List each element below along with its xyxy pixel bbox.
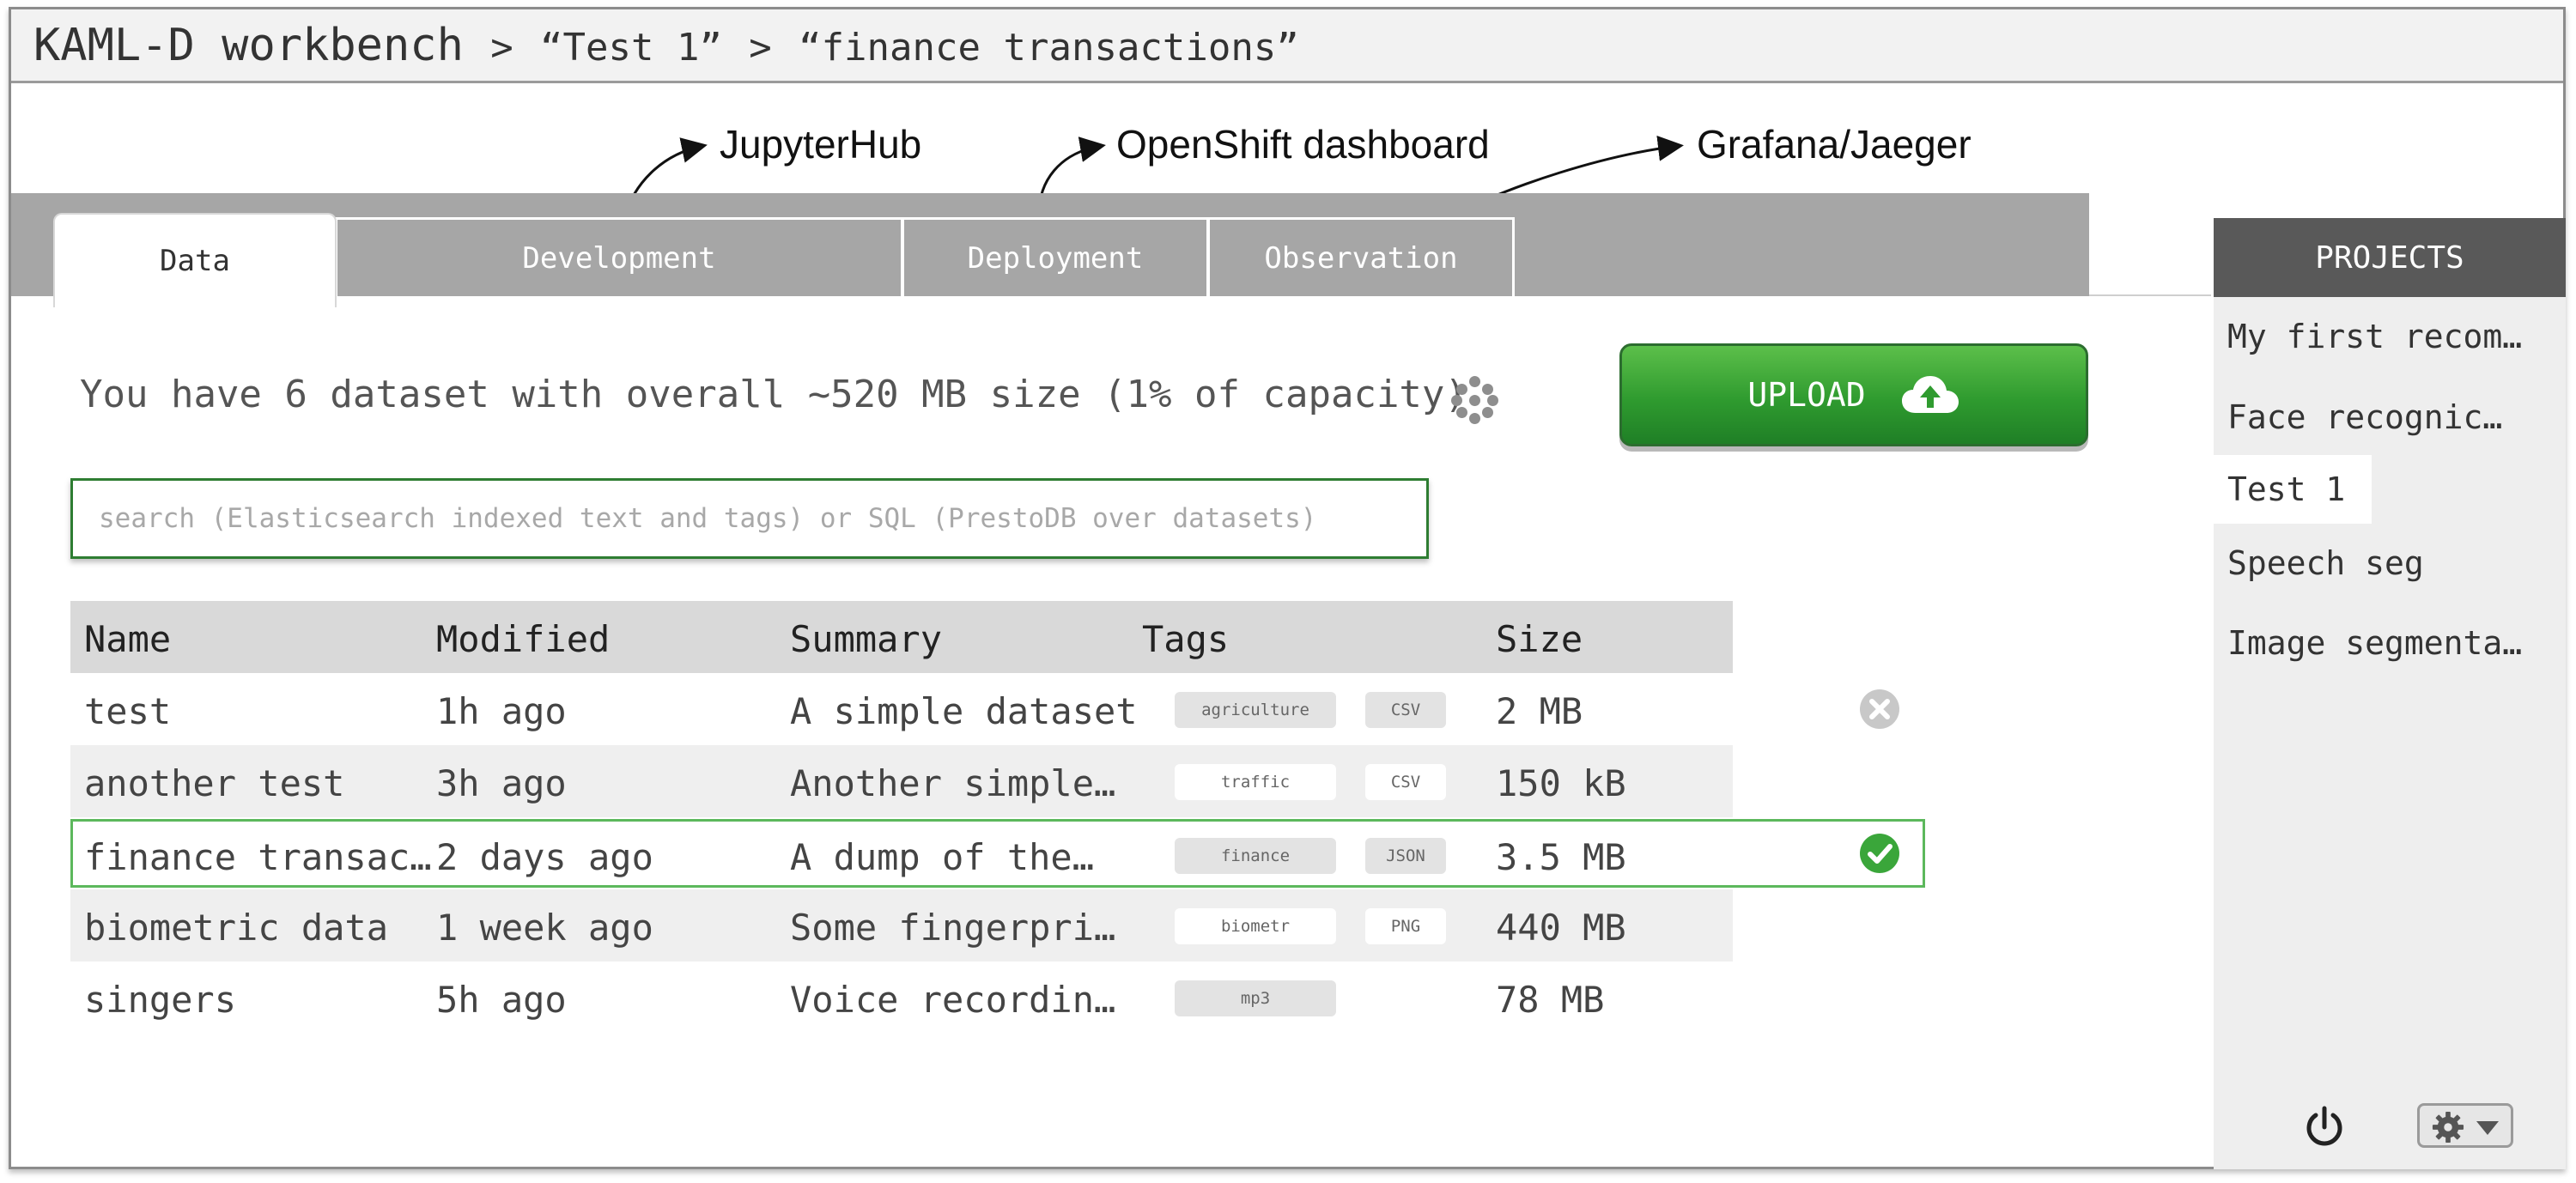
cell-modified: 3h ago [436, 762, 567, 804]
breadcrumb-dataset: “finance transactions” [799, 26, 1299, 70]
breadcrumb: KAML-D workbench > “Test 1” > “finance t… [33, 20, 1299, 71]
gear-icon [2432, 1111, 2464, 1144]
cell-modified: 2 days ago [436, 836, 653, 878]
tab-development[interactable]: Development [335, 217, 903, 296]
table-row[interactable]: biometric data 1 week ago Some fingerpri… [70, 889, 1733, 962]
cell-name: biometric data [84, 907, 389, 949]
cell-name: singers [84, 979, 237, 1021]
tab-observation[interactable]: Observation [1207, 217, 1515, 296]
sidebar-item-label: Test 1 [2227, 470, 2346, 508]
breadcrumb-project[interactable]: “Test 1” [540, 26, 722, 70]
sidebar-item-project[interactable]: My first recom… [2214, 302, 2566, 371]
search-input[interactable] [70, 478, 1429, 559]
tag-badge[interactable]: agriculture [1175, 692, 1336, 728]
cell-modified: 1h ago [436, 690, 567, 732]
tab-data[interactable]: Data [53, 213, 337, 307]
column-header-size[interactable]: Size [1496, 618, 1583, 660]
cell-modified: 1 week ago [436, 907, 653, 949]
cell-name: another test [84, 762, 345, 804]
dataset-summary: You have 6 dataset with overall ~520 MB … [80, 373, 1467, 416]
tag-badge[interactable]: biometr [1175, 908, 1336, 944]
upload-button[interactable]: UPLOAD [1619, 343, 2088, 446]
cell-size: 440 MB [1496, 907, 1626, 949]
cell-size: 2 MB [1496, 690, 1583, 732]
sidebar-item-label: Image segmenta… [2227, 624, 2523, 662]
tag-badge[interactable]: traffic [1175, 764, 1336, 800]
annotation-grafana: Grafana/Jaeger [1697, 122, 1971, 167]
sidebar-item-project[interactable]: Speech seg [2214, 529, 2566, 598]
annotation-jupyterhub: JupyterHub [720, 122, 922, 167]
annotation-openshift: OpenShift dashboard [1116, 122, 1490, 167]
table-row[interactable]: test 1h ago A simple dataset agriculture… [70, 673, 1899, 745]
tag-badge[interactable]: CSV [1365, 764, 1446, 800]
sidebar-item-project[interactable]: Image segmenta… [2214, 609, 2566, 677]
sidebar-item-label: Face recognic… [2227, 398, 2503, 436]
cell-size: 3.5 MB [1496, 836, 1626, 878]
sidebar-item-label: Speech seg [2227, 544, 2424, 582]
table-row-selected[interactable]: finance transac… 2 days ago A dump of th… [70, 819, 1925, 888]
settings-dropdown-button[interactable] [2417, 1103, 2513, 1148]
column-header-summary[interactable]: Summary [790, 618, 942, 660]
tag-badge[interactable]: PNG [1365, 908, 1446, 944]
column-header-tags[interactable]: Tags [1142, 618, 1229, 660]
cell-size: 150 kB [1496, 762, 1626, 804]
title-bar: KAML-D workbench > “Test 1” > “finance t… [11, 9, 2563, 83]
remove-icon[interactable] [1858, 688, 1901, 731]
tag-badge[interactable]: JSON [1365, 838, 1446, 874]
cloud-upload-icon [1901, 376, 1959, 413]
breadcrumb-separator: > [749, 26, 772, 70]
sidebar-item-label: My first recom… [2227, 318, 2523, 355]
column-header-name[interactable]: Name [84, 618, 171, 660]
table-row[interactable]: another test 3h ago Another simple… traf… [70, 745, 1733, 817]
cell-modified: 5h ago [436, 979, 567, 1021]
cell-summary: A simple dataset [790, 690, 1138, 732]
check-icon [1860, 834, 1899, 873]
cell-name: test [84, 690, 172, 732]
cell-size: 78 MB [1496, 979, 1605, 1021]
power-icon[interactable] [2302, 1105, 2347, 1150]
cell-summary: A dump of the… [790, 836, 1095, 878]
table-row[interactable]: singers 5h ago Voice recordin… mp3 78 MB [70, 962, 1733, 1034]
loading-dots-icon [1451, 376, 1499, 424]
column-header-modified[interactable]: Modified [436, 618, 610, 660]
table-header: Name Modified Summary Tags Size [70, 601, 1733, 673]
cell-summary: Voice recordin… [790, 979, 1116, 1021]
breadcrumb-separator: > [490, 26, 513, 70]
cell-name: finance transac… [84, 836, 432, 878]
tag-badge[interactable]: mp3 [1175, 980, 1336, 1016]
sidebar-header: PROJECTS [2214, 218, 2566, 297]
sidebar-item-project[interactable]: Face recognic… [2214, 383, 2566, 452]
divider [2089, 294, 2211, 296]
upload-label: UPLOAD [1747, 376, 1866, 414]
app-title: KAML-D workbench [33, 20, 464, 71]
cell-summary: Another simple… [790, 762, 1116, 804]
sidebar-item-project-active[interactable]: Test 1 [2214, 455, 2372, 524]
chevron-down-icon [2476, 1121, 2499, 1135]
tag-badge[interactable]: finance [1175, 838, 1336, 874]
cell-summary: Some fingerpri… [790, 907, 1116, 949]
tab-deployment[interactable]: Deployment [902, 217, 1209, 296]
tag-badge[interactable]: CSV [1365, 692, 1446, 728]
